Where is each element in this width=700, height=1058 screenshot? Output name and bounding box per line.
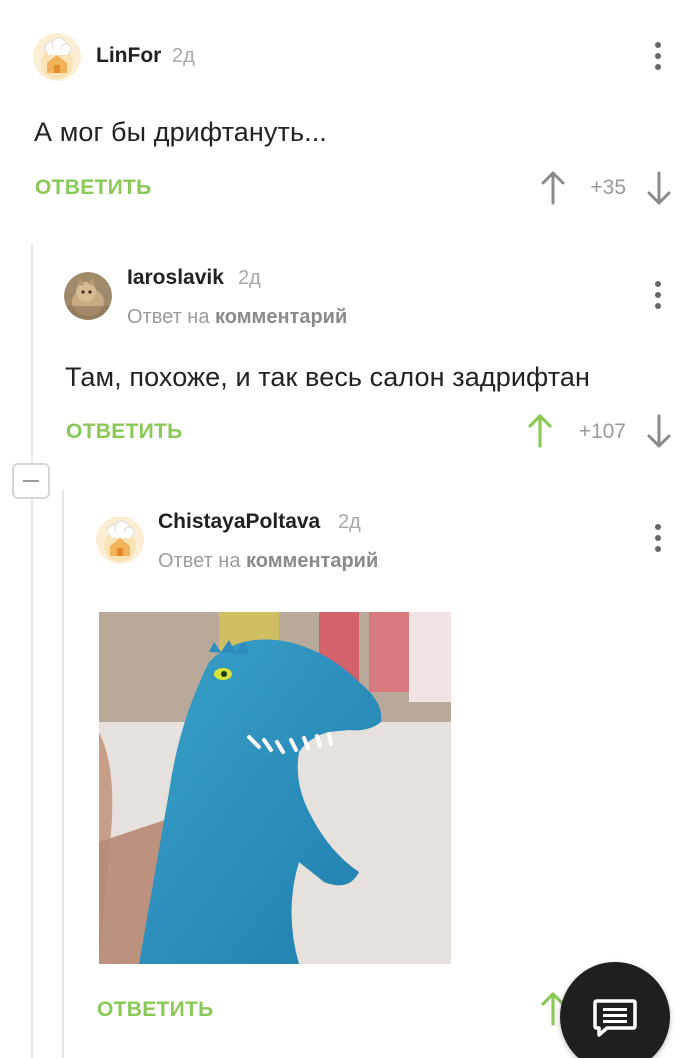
downvote-arrow-icon[interactable]	[646, 171, 672, 210]
reply-to-link[interactable]: комментарий	[215, 306, 347, 328]
minus-icon	[23, 480, 39, 482]
avatar[interactable]	[64, 272, 112, 320]
reply-to-prefix: Ответ на	[158, 550, 241, 572]
comment-age: 2д	[338, 511, 361, 533]
thread-line-level-1	[31, 244, 33, 1058]
upvote-arrow-icon[interactable]	[527, 414, 553, 453]
reply-to-prefix: Ответ на	[127, 306, 210, 328]
rating-count: +35	[590, 176, 626, 199]
username[interactable]: Iaroslavik	[127, 266, 224, 290]
reply-to-link[interactable]: комментарий	[246, 550, 378, 572]
collapse-thread-button[interactable]	[12, 463, 50, 499]
reply-button[interactable]: ОТВЕТИТЬ	[35, 176, 152, 200]
more-menu-icon[interactable]	[648, 520, 668, 556]
reply-button[interactable]: ОТВЕТИТЬ	[66, 420, 183, 444]
comment-text: А мог бы дрифтануть...	[34, 117, 327, 147]
username[interactable]: LinFor	[96, 44, 161, 68]
comment-age: 2д	[238, 267, 261, 289]
add-comment-fab-button[interactable]	[560, 962, 670, 1058]
comment-text: Там, похоже, и так весь салон задрифтан	[65, 362, 591, 392]
downvote-arrow-icon[interactable]	[646, 414, 672, 453]
avatar[interactable]	[33, 33, 81, 81]
blue-toy-dinosaur-photo[interactable]	[99, 612, 451, 964]
chef-hat-house-avatar-icon	[96, 516, 144, 564]
username[interactable]: ChistayaPoltava	[158, 510, 320, 534]
comment-age: 2д	[172, 45, 195, 67]
cat-photo-avatar-icon	[64, 272, 112, 320]
chef-hat-house-avatar-icon	[33, 33, 81, 81]
rating-count: +107	[578, 420, 626, 443]
avatar[interactable]	[96, 516, 144, 564]
reply-to-line: Ответ на комментарий	[158, 550, 378, 573]
more-menu-icon[interactable]	[648, 277, 668, 313]
reply-button[interactable]: ОТВЕТИТЬ	[97, 998, 214, 1022]
comment-icon	[593, 999, 637, 1037]
more-menu-icon[interactable]	[648, 38, 668, 74]
reply-to-line: Ответ на комментарий	[127, 306, 347, 329]
upvote-arrow-icon[interactable]	[540, 171, 566, 210]
thread-line-level-2	[62, 490, 64, 1058]
